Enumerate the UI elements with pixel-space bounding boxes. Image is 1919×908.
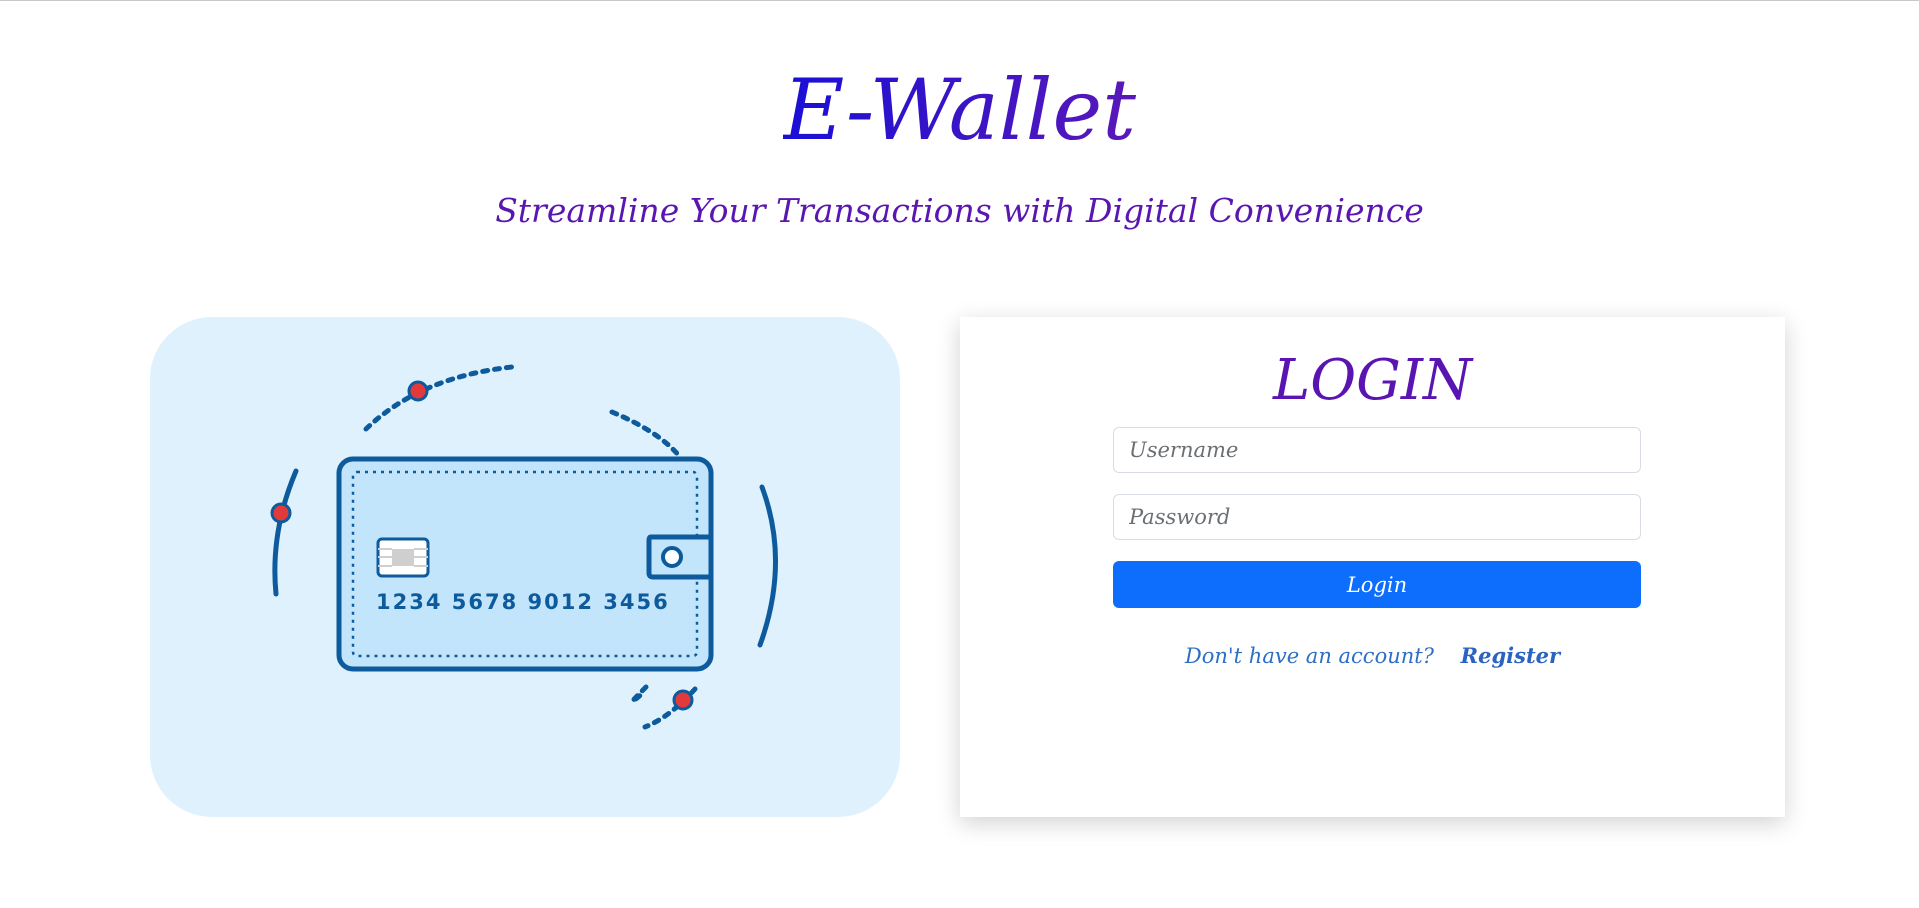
login-heading: LOGIN <box>1273 348 1472 413</box>
wallet-illustration-panel: 1234 5678 9012 3456 <box>150 317 900 817</box>
login-card: LOGIN Login Don't have an account? Regis… <box>960 317 1785 817</box>
orbit-dot-bottom <box>672 689 694 711</box>
orbit-dot-left <box>270 502 292 524</box>
orbit-arc-top-right <box>609 409 683 460</box>
card-number: 1234 5678 9012 3456 <box>376 590 670 614</box>
orbit-arc-right <box>757 484 778 648</box>
tagline: Streamline Your Transactions with Digita… <box>495 191 1424 230</box>
register-link[interactable]: Register <box>1461 643 1560 668</box>
username-input[interactable] <box>1113 427 1641 473</box>
password-input[interactable] <box>1113 494 1641 540</box>
orbit-arc-top-left <box>363 364 515 432</box>
register-row: Don't have an account? Register <box>960 643 1785 668</box>
orbit-dot-top <box>407 380 429 402</box>
top-border <box>0 0 1919 1</box>
app-title-text: E-Wallet <box>783 61 1136 159</box>
login-button[interactable]: Login <box>1113 561 1641 608</box>
orbit-arc-left <box>272 468 299 597</box>
app-title: E-Wallet <box>0 60 1919 160</box>
wallet-illustration: 1234 5678 9012 3456 <box>270 364 778 730</box>
register-prompt: Don't have an account? <box>1184 644 1434 668</box>
